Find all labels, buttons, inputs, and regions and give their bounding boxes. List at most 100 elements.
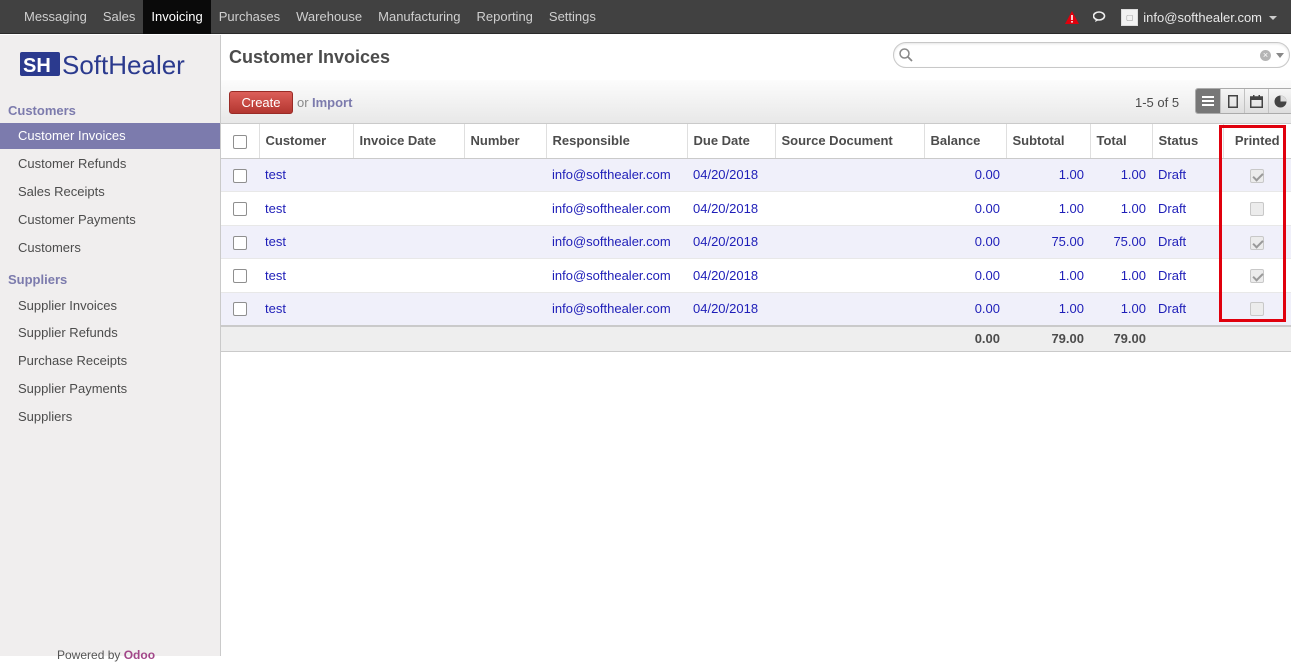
cell-balance: 0.00 — [924, 225, 1006, 259]
chat-icon[interactable] — [1093, 11, 1107, 23]
sidebar-item-suppliers[interactable]: Suppliers — [0, 404, 220, 430]
import-link[interactable]: Import — [312, 95, 352, 110]
cell-source-document — [775, 158, 924, 192]
main-menu: Messaging Sales Invoicing Purchases Ware… — [16, 0, 604, 34]
column-number[interactable]: Number — [463, 124, 546, 159]
table-totals-row: 0.00 79.00 79.00 — [221, 324, 1291, 352]
row-select-checkbox[interactable] — [233, 168, 247, 183]
row-select-cell — [221, 225, 259, 259]
list-view-button[interactable] — [1196, 89, 1220, 113]
row-select-cell — [221, 258, 259, 293]
search-options-chevron-icon[interactable] — [1276, 53, 1284, 58]
column-balance[interactable]: Balance — [923, 124, 1006, 159]
graph-view-button[interactable] — [1268, 89, 1291, 113]
page-title: Customer Invoices — [229, 47, 391, 67]
menu-reporting[interactable]: Reporting — [469, 0, 541, 34]
select-all-checkbox[interactable] — [232, 134, 247, 149]
user-email-menu[interactable]: info@softhealer.com — [1143, 10, 1262, 25]
totals-empty-cell — [464, 324, 546, 352]
cell-printed — [1223, 258, 1291, 293]
totals-empty-cell — [353, 324, 464, 352]
cell-balance: 0.00 — [924, 258, 1006, 293]
cell-total: 1.00 — [1090, 158, 1152, 192]
menu-warehouse[interactable]: Warehouse — [288, 0, 370, 34]
menu-invoicing[interactable]: Invoicing — [143, 0, 211, 34]
cell-printed — [1223, 158, 1291, 192]
table-row[interactable]: test info@softhealer.com 04/20/2018 0.00 1.0… — [221, 191, 1291, 226]
total-total: 79.00 — [1090, 324, 1152, 352]
row-select-checkbox[interactable] — [233, 235, 247, 250]
sidebar-item-customer-invoices[interactable]: Customer Invoices — [0, 123, 220, 149]
sidebar-item-customers[interactable]: Customers — [0, 235, 220, 261]
sidebar-item-customer-payments[interactable]: Customer Payments — [0, 207, 220, 233]
clear-search-icon[interactable]: × — [1260, 50, 1271, 61]
odoo-link[interactable]: Odoo — [124, 648, 155, 662]
cell-subtotal: 75.00 — [1006, 225, 1090, 259]
cell-status: Draft — [1152, 191, 1223, 226]
sidebar-section-suppliers: Suppliers — [8, 272, 68, 287]
create-button[interactable]: Create — [229, 91, 293, 114]
cell-subtotal: 1.00 — [1006, 258, 1090, 293]
avatar[interactable]: ▢ — [1121, 8, 1139, 26]
cell-subtotal: 1.00 — [1006, 158, 1090, 192]
column-total[interactable]: Total — [1089, 124, 1152, 159]
pager-value[interactable]: 1-5 of 5 — [1135, 95, 1179, 110]
table-row[interactable]: test info@softhealer.com 04/20/2018 0.00 1.0… — [221, 258, 1291, 293]
sidebar-item-purchase-receipts[interactable]: Purchase Receipts — [0, 348, 220, 374]
cell-printed — [1223, 191, 1291, 226]
totals-empty-cell — [221, 324, 259, 352]
form-icon — [1227, 94, 1238, 108]
column-printed[interactable]: Printed — [1222, 124, 1291, 159]
sidebar-item-supplier-invoices[interactable]: Supplier Invoices — [0, 293, 220, 319]
printed-checkbox — [1250, 269, 1264, 284]
menu-manufacturing[interactable]: Manufacturing — [370, 0, 468, 34]
row-select-checkbox[interactable] — [233, 302, 247, 317]
column-status[interactable]: Status — [1151, 124, 1223, 159]
cell-printed — [1223, 225, 1291, 259]
chevron-down-icon[interactable] — [1269, 16, 1277, 20]
table-row[interactable]: test info@softhealer.com 04/20/2018 0.00 75.… — [221, 225, 1291, 259]
list-icon — [1202, 96, 1214, 106]
or-label: or — [297, 95, 309, 110]
form-view-button[interactable] — [1220, 89, 1244, 113]
cell-balance: 0.00 — [924, 191, 1006, 226]
menu-settings[interactable]: Settings — [541, 0, 604, 34]
sidebar-item-supplier-refunds[interactable]: Supplier Refunds — [0, 320, 220, 346]
warning-icon[interactable] — [1065, 10, 1080, 24]
cell-total: 1.00 — [1090, 191, 1152, 226]
calendar-view-button[interactable] — [1244, 89, 1268, 113]
sidebar: SH SoftHealer Customers Customer Invoice… — [0, 35, 221, 662]
menu-messaging[interactable]: Messaging — [16, 0, 95, 34]
column-responsible[interactable]: Responsible — [545, 124, 687, 159]
totals-empty-cell — [1223, 324, 1291, 352]
select-all-cell — [221, 124, 259, 159]
cell-subtotal: 1.00 — [1006, 292, 1090, 326]
search-input[interactable]: × — [893, 42, 1290, 68]
cell-total: 75.00 — [1090, 225, 1152, 259]
row-select-checkbox[interactable] — [233, 269, 247, 284]
column-due-date[interactable]: Due Date — [686, 124, 775, 159]
menu-purchases[interactable]: Purchases — [211, 0, 288, 34]
column-subtotal[interactable]: Subtotal — [1005, 124, 1090, 159]
column-source-document[interactable]: Source Document — [774, 124, 924, 159]
cell-responsible: info@softhealer.com — [546, 158, 687, 192]
table-row[interactable]: test info@softhealer.com 04/20/2018 0.00 1.0… — [221, 292, 1291, 326]
sidebar-item-supplier-payments[interactable]: Supplier Payments — [0, 376, 220, 402]
menu-sales[interactable]: Sales — [95, 0, 144, 34]
cell-status: Draft — [1152, 258, 1223, 293]
printed-checkbox — [1250, 235, 1264, 250]
cell-status: Draft — [1152, 225, 1223, 259]
cell-invoice-date — [353, 158, 464, 192]
sidebar-item-customer-refunds[interactable]: Customer Refunds — [0, 151, 220, 177]
row-select-cell — [221, 292, 259, 326]
cell-subtotal: 1.00 — [1006, 191, 1090, 226]
column-customer[interactable]: Customer — [258, 124, 353, 159]
sidebar-item-sales-receipts[interactable]: Sales Receipts — [0, 179, 220, 205]
cell-due-date: 04/20/2018 — [687, 158, 775, 192]
cell-responsible: info@softhealer.com — [546, 225, 687, 259]
row-select-checkbox[interactable] — [233, 202, 247, 217]
user-area: ▢ info@softhealer.com — [1065, 0, 1277, 34]
table-row[interactable]: test info@softhealer.com 04/20/2018 0.00 1.0… — [221, 158, 1291, 192]
totals-empty-cell — [546, 324, 687, 352]
column-invoice-date[interactable]: Invoice Date — [352, 124, 464, 159]
